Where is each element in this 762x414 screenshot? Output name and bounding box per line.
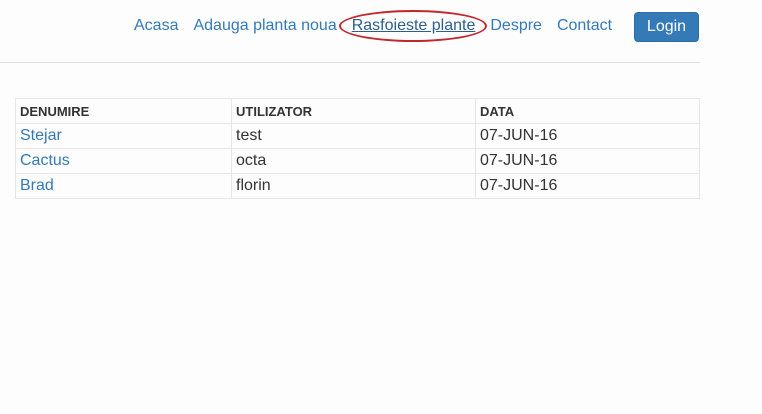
cell-name: Stejar xyxy=(15,123,232,149)
cell-user: florin xyxy=(231,173,476,199)
login-button[interactable]: Login xyxy=(634,12,699,42)
nav-contact[interactable]: Contact xyxy=(557,16,612,36)
cell-date: 07-JUN-16 xyxy=(475,123,700,149)
cell-user: test xyxy=(231,123,476,149)
cell-name: Cactus xyxy=(15,148,232,174)
plants-table: DENUMIRE UTILIZATOR DATA Stejar test 07-… xyxy=(15,98,700,199)
cell-user: octa xyxy=(231,148,476,174)
table-row: Stejar test 07-JUN-16 xyxy=(15,123,700,149)
main-nav: Acasa Adauga planta noua Rasfoieste plan… xyxy=(134,10,627,42)
header-data: DATA xyxy=(475,98,700,124)
cell-date: 07-JUN-16 xyxy=(475,148,700,174)
table-header-row: DENUMIRE UTILIZATOR DATA xyxy=(15,98,700,124)
nav-acasa[interactable]: Acasa xyxy=(134,16,178,36)
plant-link[interactable]: Stejar xyxy=(20,127,62,144)
table-row: Brad florin 07-JUN-16 xyxy=(15,173,700,199)
cell-date: 07-JUN-16 xyxy=(475,173,700,199)
header-utilizator: UTILIZATOR xyxy=(231,98,476,124)
plant-link[interactable]: Brad xyxy=(20,177,54,194)
nav-adauga-planta[interactable]: Adauga planta noua xyxy=(193,16,336,36)
table-row: Cactus octa 07-JUN-16 xyxy=(15,148,700,174)
nav-rasfoieste-plante[interactable]: Rasfoieste plante xyxy=(338,10,487,42)
top-navbar: Acasa Adauga planta noua Rasfoieste plan… xyxy=(0,0,700,63)
nav-despre[interactable]: Despre xyxy=(490,16,542,36)
plant-link[interactable]: Cactus xyxy=(20,152,70,169)
header-denumire: DENUMIRE xyxy=(15,98,232,124)
cell-name: Brad xyxy=(15,173,232,199)
